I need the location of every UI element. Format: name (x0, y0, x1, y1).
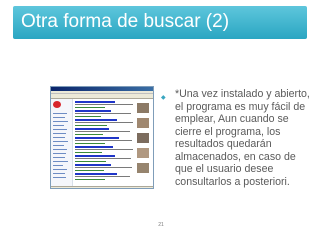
search-results-list (75, 101, 135, 187)
result-title-link[interactable] (75, 128, 109, 130)
sidebar-line (53, 137, 65, 138)
result-title-link[interactable] (75, 173, 117, 175)
thumbnail-image[interactable] (137, 148, 149, 158)
sidebar-line (53, 153, 66, 154)
thumbnail-image[interactable] (137, 133, 149, 143)
search-result[interactable] (75, 128, 135, 137)
sidebar-line (53, 165, 63, 166)
browser-content (51, 99, 153, 188)
bullet-text: *Una vez instalado y abierto, el program… (175, 88, 310, 188)
search-result[interactable] (75, 110, 135, 119)
sidebar-line (53, 177, 66, 178)
sidebar-line (53, 169, 67, 170)
sidebar-line (53, 141, 68, 142)
result-title-link[interactable] (75, 101, 115, 103)
browser-sidebar (51, 99, 73, 188)
slide-title-bar: Otra forma de buscar (2) (13, 6, 307, 39)
result-snippet (75, 176, 130, 177)
search-result[interactable] (75, 101, 135, 110)
search-result[interactable] (75, 155, 135, 164)
sidebar-line (53, 173, 65, 174)
search-result[interactable] (75, 119, 135, 128)
sidebar-line (53, 129, 67, 130)
result-url (75, 170, 104, 171)
result-url (75, 161, 106, 162)
result-snippet (75, 104, 133, 105)
search-result[interactable] (75, 164, 135, 173)
thumbnail-image[interactable] (137, 118, 149, 128)
result-snippet (75, 149, 133, 150)
search-result[interactable] (75, 173, 135, 182)
sidebar-line (53, 145, 64, 146)
result-snippet (75, 113, 131, 114)
result-title-link[interactable] (75, 164, 111, 166)
result-url (75, 152, 102, 153)
result-url (75, 143, 105, 144)
result-snippet (75, 122, 133, 123)
result-snippet (75, 131, 130, 132)
result-title-link[interactable] (75, 146, 113, 148)
result-snippet (75, 167, 132, 168)
browser-screenshot (50, 86, 154, 189)
result-title-link[interactable] (75, 155, 115, 157)
result-snippet (75, 140, 132, 141)
thumbnail-image[interactable] (137, 103, 149, 113)
result-url (75, 125, 107, 126)
result-url (75, 134, 103, 135)
result-snippet (75, 158, 131, 159)
sidebar-line (53, 117, 65, 118)
browser-status-bar (51, 186, 153, 188)
search-result[interactable] (75, 146, 135, 155)
result-title-link[interactable] (75, 110, 111, 112)
result-url (75, 107, 105, 108)
result-url (75, 179, 105, 180)
result-url (75, 116, 101, 117)
page-number: 21 (158, 222, 164, 228)
sidebar-line (53, 113, 67, 114)
sidebar-line (53, 161, 68, 162)
search-engine-logo-icon (53, 101, 61, 108)
browser-thumbnails (137, 103, 153, 187)
bullet-diamond-icon: ◆ (161, 95, 166, 101)
sidebar-line (53, 125, 64, 126)
slide-title: Otra forma de buscar (2) (21, 11, 230, 32)
sidebar-line (53, 133, 66, 134)
sidebar-line (53, 121, 68, 122)
sidebar-line (53, 149, 67, 150)
search-result[interactable] (75, 137, 135, 146)
result-title-link[interactable] (75, 119, 117, 121)
sidebar-line (53, 157, 65, 158)
thumbnail-image[interactable] (137, 163, 149, 173)
result-title-link[interactable] (75, 137, 119, 139)
